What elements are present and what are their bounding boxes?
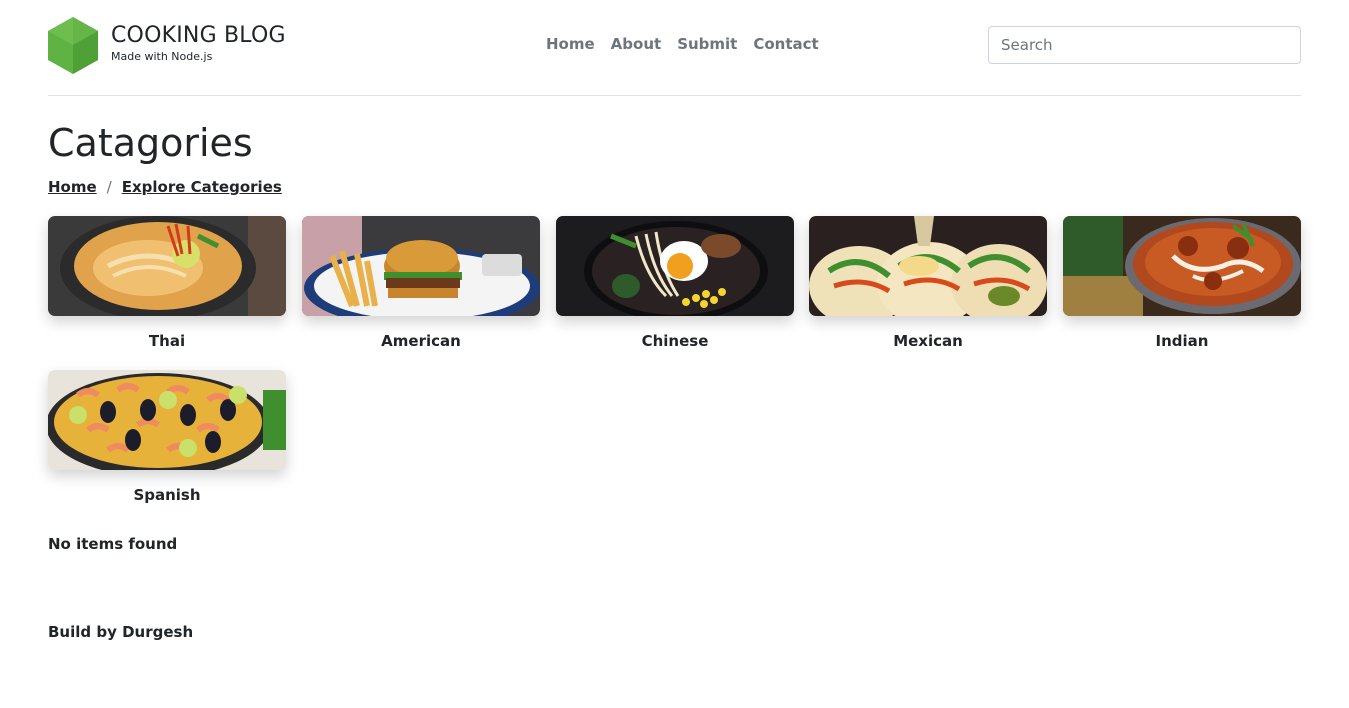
category-label: Thai	[148, 332, 186, 350]
category-label: Mexican	[893, 332, 963, 350]
category-image-indian[interactable]	[1063, 216, 1301, 316]
breadcrumb: Home / Explore Categories	[48, 178, 282, 196]
main-nav: Home About Submit Contact	[538, 33, 827, 55]
category-label: Spanish	[133, 486, 201, 504]
breadcrumb-home-link[interactable]: Home	[48, 178, 97, 196]
brand-title: COOKING BLOG	[111, 23, 286, 48]
category-card-spanish[interactable]: Spanish	[48, 370, 286, 503]
category-image-chinese[interactable]	[556, 216, 794, 316]
category-image-spanish[interactable]	[48, 370, 286, 470]
breadcrumb-separator: /	[106, 178, 112, 196]
brand[interactable]: COOKING BLOG Made with Node.js	[111, 22, 286, 64]
nav-link-submit[interactable]: Submit	[669, 33, 745, 55]
category-card-chinese[interactable]: Chinese	[556, 216, 794, 349]
nav-link-contact[interactable]: Contact	[745, 33, 826, 55]
category-card-indian[interactable]: Indian	[1063, 216, 1301, 349]
category-card-thai[interactable]: Thai	[48, 216, 286, 349]
page-title: Catagories	[48, 121, 253, 165]
category-image-american[interactable]	[302, 216, 540, 316]
category-card-american[interactable]: American	[302, 216, 540, 349]
nodejs-hexagon-logo-icon[interactable]	[48, 17, 98, 74]
footer-credit: Build by Durgesh	[48, 623, 194, 641]
search-input[interactable]	[988, 26, 1301, 64]
breadcrumb-current-link[interactable]: Explore Categories	[122, 178, 282, 196]
category-image-mexican[interactable]	[809, 216, 1047, 316]
nav-link-home[interactable]: Home	[538, 33, 603, 55]
brand-subtitle: Made with Node.js	[111, 50, 213, 63]
nav-link-about[interactable]: About	[603, 33, 670, 55]
empty-state-message: No items found	[48, 535, 178, 553]
site-header: COOKING BLOG Made with Node.js Home Abou…	[48, 0, 1301, 96]
category-label: Chinese	[641, 332, 709, 350]
category-card-mexican[interactable]: Mexican	[809, 216, 1047, 349]
category-label: Indian	[1155, 332, 1209, 350]
category-image-thai[interactable]	[48, 216, 286, 316]
category-label: American	[381, 332, 461, 350]
